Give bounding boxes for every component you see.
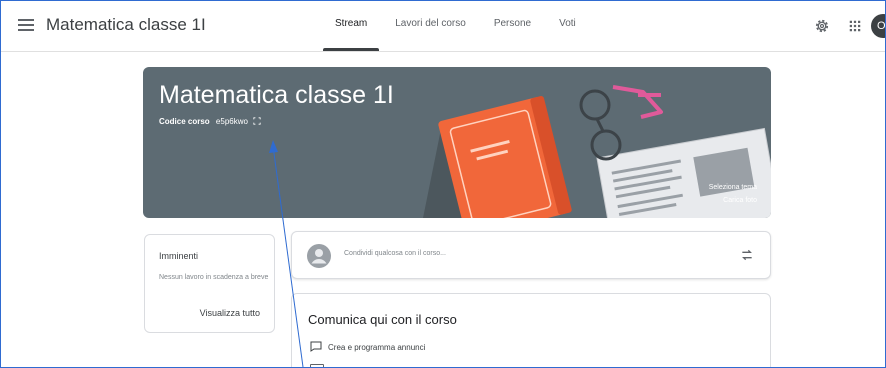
tab-people[interactable]: Persone (480, 1, 545, 51)
communicate-title: Comunica qui con il corso (308, 312, 457, 327)
course-title: Matematica classe 1I (159, 81, 394, 109)
upcoming-empty-text: Nessun lavoro in scadenza a breve (159, 274, 269, 281)
account-avatar[interactable]: O (871, 14, 885, 38)
upcoming-title: Imminenti (159, 251, 199, 261)
tab-grades[interactable]: Voti (545, 1, 590, 51)
communicate-card: Comunica qui con il corso Crea e program… (291, 293, 771, 367)
fullscreen-icon[interactable] (253, 117, 261, 125)
course-code-row: Codice corso e5p6kwo (159, 117, 261, 126)
announcement-item: Crea e programma annunci (310, 341, 425, 352)
upcoming-card: Imminenti Nessun lavoro in scadenza a br… (144, 234, 275, 333)
view-all-link[interactable]: Visualizza tutto (200, 308, 260, 318)
upload-photo-link[interactable]: Carica foto (723, 197, 757, 204)
apps-grid-icon[interactable] (846, 17, 864, 35)
user-avatar-icon (307, 244, 331, 268)
course-code-label: Codice corso (159, 117, 210, 126)
app-title[interactable]: Matematica classe 1I (46, 15, 206, 35)
course-banner: Matematica classe 1I Codice corso e5p6kw… (143, 67, 771, 218)
second-item-icon (310, 364, 324, 367)
top-app-bar: Matematica classe 1I Stream Lavori del c… (1, 1, 885, 52)
banner-illustration (423, 85, 771, 218)
announcement-item-label: Crea e programma annunci (328, 343, 426, 352)
window: Matematica classe 1I Stream Lavori del c… (0, 0, 886, 368)
comment-icon (310, 341, 322, 352)
select-theme-link[interactable]: Seleziona tema (709, 184, 757, 191)
repost-icon[interactable] (739, 247, 755, 263)
share-input[interactable]: Condividi qualcosa con il corso... (344, 250, 446, 257)
share-box[interactable]: Condividi qualcosa con il corso... (291, 231, 771, 279)
menu-icon[interactable] (18, 19, 34, 33)
tab-stream[interactable]: Stream (321, 1, 381, 51)
course-code-value: e5p6kwo (215, 117, 248, 126)
tab-classwork[interactable]: Lavori del corso (381, 1, 480, 51)
tab-bar: Stream Lavori del corso Persone Voti (321, 1, 590, 51)
gear-icon[interactable] (813, 17, 831, 35)
